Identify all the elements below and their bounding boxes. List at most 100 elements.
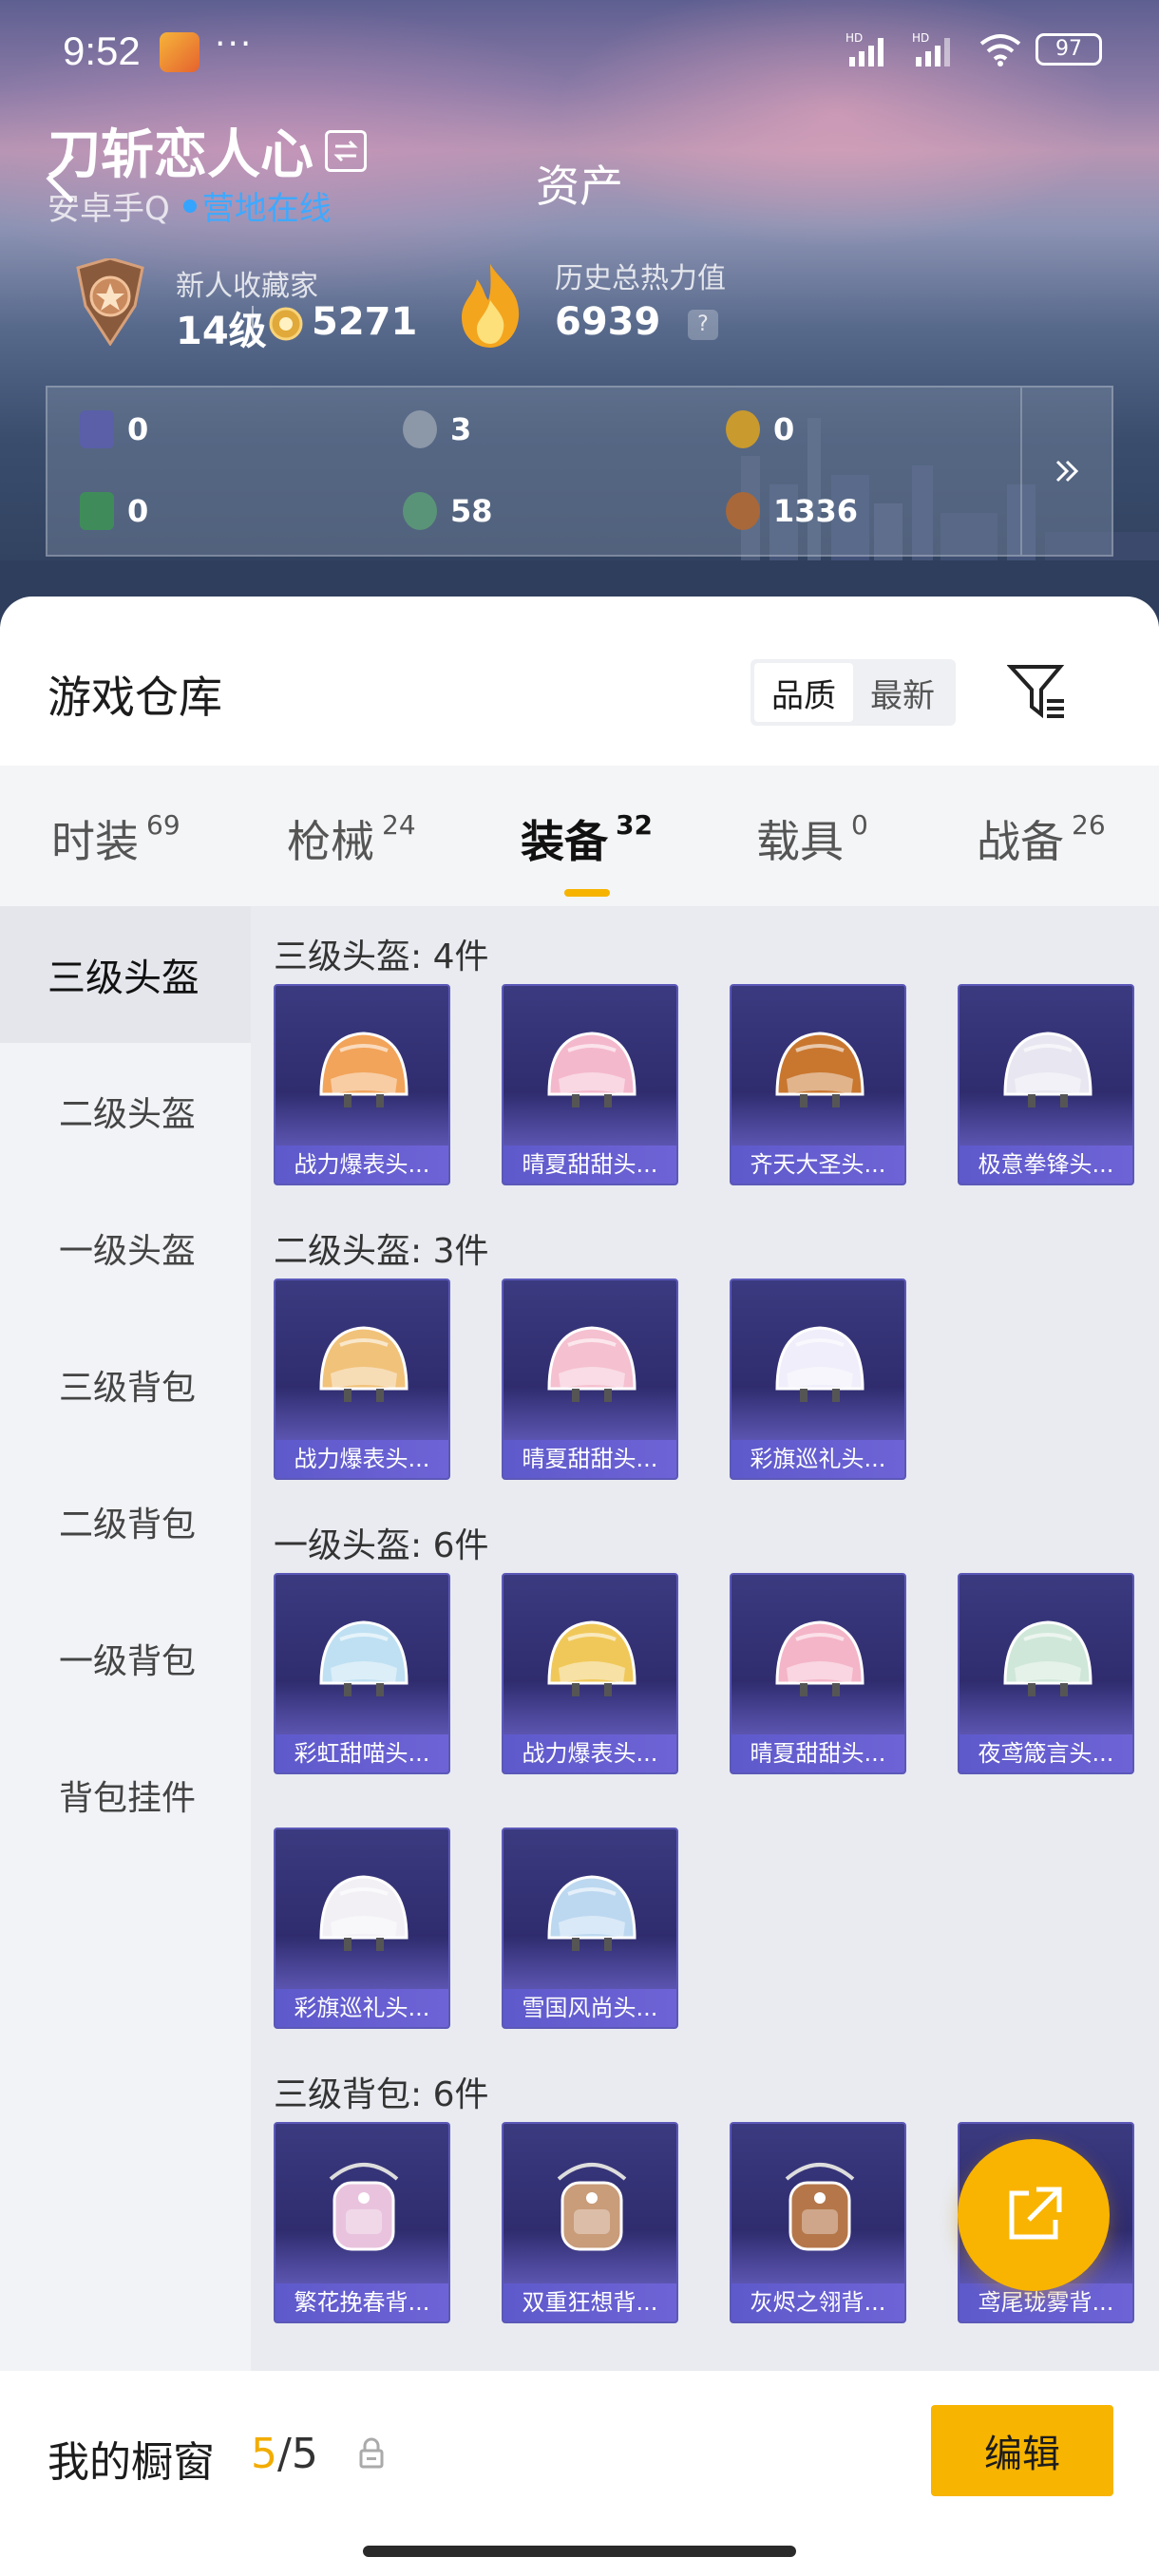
sidebar-item-level1-backpack[interactable]: 一级背包: [0, 1590, 251, 1727]
profile-header: 9:52 ··· HD HD 97 资产 刀斩恋人心 安卓手Q 营地在线 新人收…: [0, 0, 1159, 627]
tab-battle-gear[interactable]: 战备 26: [977, 807, 1106, 870]
collection-points: 5271: [312, 300, 418, 344]
tab-equipment[interactable]: 装备 32: [521, 807, 653, 870]
item-tile[interactable]: 彩虹甜喵头...: [274, 1573, 450, 1774]
item-tile[interactable]: 晴夏甜甜头...: [502, 1279, 678, 1480]
helmet-icon: [775, 1032, 864, 1108]
item-name: 彩虹甜喵头...: [276, 1734, 448, 1772]
currency-value: 0: [127, 493, 149, 529]
flame-icon: [462, 264, 520, 348]
sidebar-item-level3-backpack[interactable]: 三级背包: [0, 1316, 251, 1453]
section-title: 三级头盔: 4件: [274, 938, 489, 976]
share-icon: [1009, 2187, 1062, 2240]
collection-points-icon: [269, 307, 303, 341]
sort-by-quality[interactable]: 品质: [754, 663, 853, 722]
item-tile[interactable]: 灰烬之翎背...: [730, 2122, 906, 2323]
section-title: 二级头盔: 3件: [274, 1232, 489, 1271]
helmet-icon: [547, 1620, 636, 1696]
sidebar-item-level3-helmet[interactable]: 三级头盔: [0, 906, 251, 1043]
switch-account-icon[interactable]: [325, 129, 367, 172]
helmet-icon: [319, 1875, 408, 1951]
item-tile[interactable]: 雪国风尚头...: [502, 1828, 678, 2029]
helmet-icon: [319, 1326, 408, 1402]
item-tile[interactable]: 齐天大圣头...: [730, 984, 906, 1185]
tab-weapons[interactable]: 枪械 24: [287, 807, 416, 870]
backpack-icon: [329, 2163, 399, 2251]
section-title: 一级头盔: 6件: [274, 1526, 489, 1565]
tab-label: 载具: [756, 816, 844, 867]
item-name: 彩旗巡礼头...: [276, 1989, 448, 2027]
tab-label: 时装: [51, 816, 139, 867]
item-tile[interactable]: 战力爆表头...: [274, 1279, 450, 1480]
rank-title: 新人收藏家: [176, 270, 318, 303]
filter-icon[interactable]: [1007, 663, 1068, 720]
currency-value: 1336: [773, 493, 859, 529]
currency-value: 0: [773, 411, 795, 447]
item-tile[interactable]: 夜鸢箴言头...: [958, 1573, 1134, 1774]
sort-by-newest[interactable]: 最新: [853, 663, 952, 722]
item-tile[interactable]: 极意拳锋头...: [958, 984, 1134, 1185]
helmet-icon: [775, 1326, 864, 1402]
sidebar-item-level2-backpack[interactable]: 二级背包: [0, 1453, 251, 1590]
item-tile[interactable]: 双重狂想背...: [502, 2122, 678, 2323]
help-icon[interactable]: ?: [688, 310, 718, 340]
helmet-icon: [319, 1032, 408, 1108]
gold-coin-icon: [726, 410, 760, 448]
item-tile[interactable]: 繁花挽春背...: [274, 2122, 450, 2323]
item-tile[interactable]: 战力爆表头...: [274, 984, 450, 1185]
item-tile[interactable]: 战力爆表头...: [502, 1573, 678, 1774]
helmet-icon: [1003, 1620, 1092, 1696]
sidebar-item-backpack-charm[interactable]: 背包挂件: [0, 1727, 251, 1864]
expand-currency-button[interactable]: [1020, 388, 1112, 555]
item-tile[interactable]: 彩旗巡礼头...: [274, 1828, 450, 2029]
home-indicator[interactable]: [363, 2546, 796, 2557]
username-text: 刀斩恋人心: [48, 124, 314, 186]
rank-badge-icon: [76, 258, 144, 346]
app-notification-icon: [160, 32, 200, 72]
sidebar-item-level2-helmet[interactable]: 二级头盔: [0, 1043, 251, 1180]
currency-panel[interactable]: 0 3 0 0 58 1336: [46, 386, 1113, 557]
online-dot-icon: [182, 199, 197, 213]
item-name: 彩旗巡礼头...: [732, 1440, 904, 1478]
showcase-label: 我的橱窗: [48, 2438, 215, 2487]
item-tile[interactable]: 彩旗巡礼头...: [730, 1279, 906, 1480]
edit-button[interactable]: 编辑: [931, 2405, 1113, 2496]
share-button[interactable]: [958, 2139, 1110, 2291]
bronze-coin-icon: [726, 492, 760, 530]
helmet-icon: [547, 1326, 636, 1402]
sort-toggle: 品质 最新: [750, 659, 956, 726]
item-name: 战力爆表头...: [276, 1146, 448, 1184]
item-tile[interactable]: 晴夏甜甜头...: [730, 1573, 906, 1774]
item-name: 战力爆表头...: [504, 1734, 676, 1772]
subcategory-sidebar: 三级头盔 二级头盔 一级头盔 三级背包 二级背包 一级背包 背包挂件: [0, 906, 251, 2373]
sidebar-item-level1-helmet[interactable]: 一级头盔: [0, 1180, 251, 1316]
wifi-icon: [979, 34, 1021, 66]
item-name: 齐天大圣头...: [732, 1146, 904, 1184]
username[interactable]: 刀斩恋人心: [48, 112, 367, 189]
tab-count: 0: [851, 809, 868, 841]
showcase-count: 5/5: [251, 2430, 318, 2478]
currency-item: 3: [403, 410, 471, 448]
item-name: 雪国风尚头...: [504, 1989, 676, 2027]
helmet-icon: [775, 1620, 864, 1696]
clock: 9:52: [63, 28, 141, 73]
lock-icon: [359, 2437, 384, 2469]
item-tile[interactable]: 晴夏甜甜头...: [502, 984, 678, 1185]
helmet-icon: [1003, 1032, 1092, 1108]
heat-value: 6939: [555, 300, 661, 344]
tab-vehicles[interactable]: 载具 0: [756, 807, 868, 870]
tab-label: 枪械: [287, 816, 374, 867]
account-info: 安卓手Q 营地在线: [48, 182, 332, 229]
showcase-bar: 我的橱窗 5/5 编辑: [0, 2371, 1159, 2576]
item-name: 繁花挽春背...: [276, 2283, 448, 2321]
currency-item: 0: [80, 410, 148, 448]
category-tabs: 时装 69 枪械 24 装备 32 载具 0 战备 26: [0, 766, 1159, 906]
item-name: 晴夏甜甜头...: [504, 1440, 676, 1478]
tab-fashion[interactable]: 时装 69: [51, 807, 180, 870]
system-status-bar: 9:52 ··· HD HD 97: [0, 0, 1159, 104]
item-name: 极意拳锋头...: [960, 1146, 1132, 1184]
currency-item: 1336: [726, 492, 858, 530]
more-notifications-icon: ···: [215, 25, 254, 64]
platform-label: 安卓手Q: [48, 190, 170, 228]
helmet-icon: [547, 1032, 636, 1108]
